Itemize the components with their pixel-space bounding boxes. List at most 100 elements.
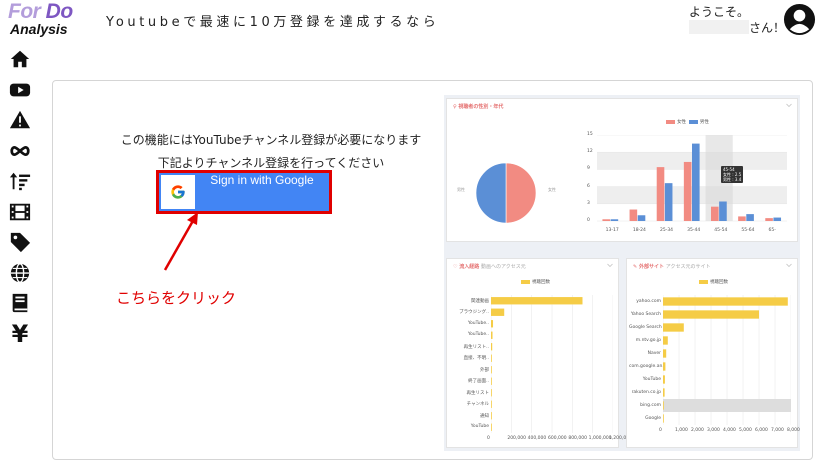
- age-bar-female-2: [656, 167, 665, 221]
- bar-category-label: Google Search: [629, 324, 662, 330]
- age-bar-male-4: [719, 201, 727, 221]
- bar-category-label: ブラウジング..: [459, 310, 489, 316]
- legend-views: 視聴回数: [710, 280, 728, 285]
- age-bar-male-1: [637, 215, 646, 221]
- bar-8: [491, 389, 492, 397]
- chevron-down-icon[interactable]: [607, 262, 613, 268]
- x-tick-label: 0: [659, 428, 662, 433]
- age-bar-male-3: [692, 143, 700, 221]
- sidebar-item-globe[interactable]: [8, 258, 32, 289]
- bar-category-label: YouTube..: [467, 320, 489, 326]
- gender-pie-chart: [475, 162, 537, 224]
- bar-7: [491, 377, 492, 385]
- gender-age-title-text: 視聴者の性別・年代: [458, 104, 504, 110]
- x-tick-label: 2,000: [691, 428, 704, 433]
- tooltip-male: 男性 : 3.4: [723, 177, 742, 182]
- bar-5: [491, 354, 492, 362]
- age-bar-male-5: [746, 214, 754, 221]
- age-bar-chart: [597, 135, 787, 222]
- age-y-tick: 6: [587, 183, 590, 189]
- age-y-tick: 3: [587, 200, 590, 206]
- sidebar-item-sort[interactable]: [8, 166, 32, 197]
- external-site-title-text: 外部サイト: [638, 264, 664, 270]
- chevron-down-icon[interactable]: [786, 102, 792, 108]
- sidebar-item-warning[interactable]: [8, 105, 32, 136]
- sidebar-item-book[interactable]: [8, 288, 32, 319]
- bar-6: [491, 366, 492, 374]
- bar-category-label: 再生リスト..: [463, 344, 489, 350]
- legend-female: 女性: [677, 120, 686, 125]
- username-placeholder: [689, 20, 749, 34]
- age-y-tick: 9: [587, 166, 590, 172]
- chevron-down-icon[interactable]: [786, 262, 792, 268]
- bar-category-label: YouTube: [470, 424, 489, 430]
- google-button-label: Sign in with Google: [210, 173, 314, 187]
- sidebar-item-yen[interactable]: ¥: [8, 319, 32, 350]
- bar-category-label: 外部: [480, 367, 489, 373]
- hover-highlight: [663, 399, 791, 412]
- bar-6: [663, 375, 665, 384]
- bar-5: [663, 362, 666, 371]
- sidebar-item-home[interactable]: [8, 44, 32, 75]
- age-x-tick: 55-64: [741, 228, 755, 233]
- google-g-icon: [171, 185, 185, 199]
- bar-category-label: m.ntv.go.jp: [635, 337, 661, 343]
- bar-11: [491, 423, 492, 431]
- age-x-tick: 13-17: [605, 228, 619, 233]
- home-icon: [10, 51, 30, 68]
- gender-age-panel: ♀ 視聴者の性別・年代 男性 女性 女性 男性 0 3 6 9 12 15 13-17 18…: [446, 98, 798, 242]
- external-site-title: ✎ 外部サイト アクセス元のサイト: [633, 264, 711, 270]
- bar-category-label: Naver: [647, 350, 661, 356]
- pie-slice-1: [475, 162, 507, 224]
- logo[interactable]: For Do Analysis: [8, 0, 100, 38]
- bar-1: [491, 308, 505, 316]
- x-tick-label: 5,000: [739, 428, 752, 433]
- x-tick-label: 1,000: [675, 428, 688, 433]
- bar-9: [663, 414, 664, 423]
- bar-2: [491, 320, 494, 328]
- requirement-line-1: この機能にはYouTubeチャンネル登録が必要になります: [120, 133, 422, 147]
- age-x-tick: 18-24: [632, 228, 646, 233]
- legend-views: 視聴回数: [532, 280, 550, 285]
- bar-category-label: rakuten.co.jp: [631, 389, 661, 395]
- pie-label-male: 男性: [457, 187, 465, 192]
- bar-category-label: 直接、不明..: [463, 356, 489, 362]
- sidebar: ¥: [8, 44, 32, 349]
- sidebar-item-film[interactable]: [8, 197, 32, 228]
- gender-legend: 女性 男性: [666, 119, 709, 125]
- logo-analysis-text: Analysis: [10, 21, 68, 37]
- legend-swatch-male: [688, 119, 698, 124]
- bar-2: [663, 323, 684, 332]
- external-legend: 視聴回数: [699, 279, 728, 285]
- tagline: Youtubeで最速に10万登録を達成するなら: [106, 15, 440, 30]
- x-tick-label: 200,000: [507, 436, 526, 441]
- bar-category-label: bing.com: [640, 402, 661, 408]
- age-bar-female-5: [738, 216, 746, 221]
- x-tick-label: 0: [487, 436, 490, 441]
- x-tick-label: 600,000: [548, 436, 567, 441]
- bar-category-label: YouTube: [642, 376, 661, 382]
- red-arrow-icon: [163, 212, 198, 271]
- external-site-bar-chart: [663, 295, 791, 425]
- age-bar-female-3: [683, 161, 692, 221]
- greeting-text: ようこそ。: [689, 5, 750, 19]
- infinity-icon: [10, 145, 30, 156]
- yen-icon: ¥: [11, 319, 29, 348]
- sidebar-item-youtube[interactable]: [8, 75, 32, 106]
- sidebar-item-infinity[interactable]: [8, 136, 32, 167]
- legend-swatch-female: [666, 119, 675, 124]
- bar-category-label: チャンネル: [466, 402, 489, 408]
- age-bar-male-6: [773, 217, 782, 221]
- bar-10: [491, 412, 492, 420]
- google-signin-button[interactable]: Sign in with Google: [159, 173, 329, 211]
- x-tick-label: 4,000: [723, 428, 736, 433]
- click-here-note: こちらをクリック: [116, 289, 237, 307]
- x-tick-label: 7,000: [771, 428, 784, 433]
- age-bar-female-4: [711, 206, 719, 221]
- user-circle-icon[interactable]: [783, 3, 816, 36]
- bar-3: [663, 336, 668, 345]
- x-tick-label: 8,000: [787, 428, 800, 433]
- sidebar-item-tag[interactable]: [8, 227, 32, 258]
- logo-for-text: For: [8, 0, 41, 23]
- age-tooltip: 45-54 女性 : 2.5 男性 : 3.4: [721, 166, 744, 183]
